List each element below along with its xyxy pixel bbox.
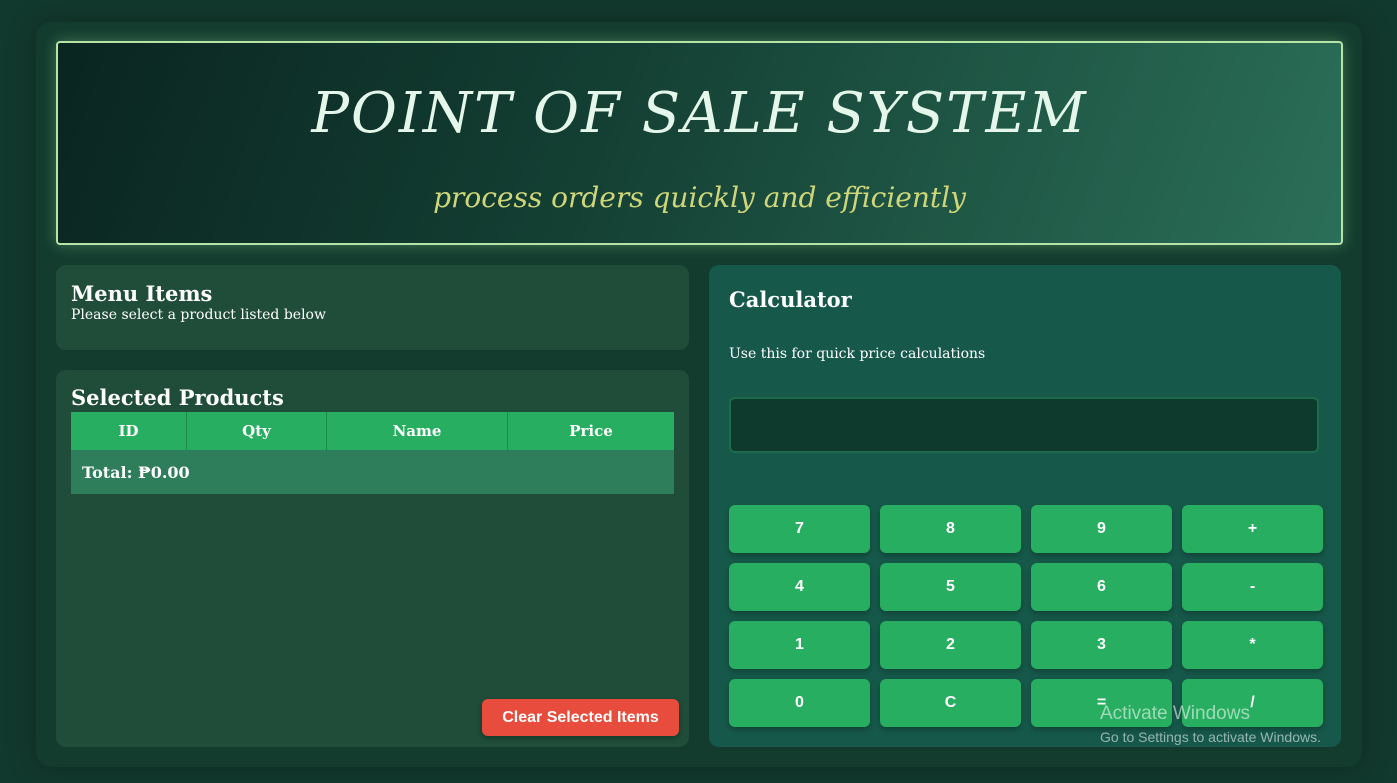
total-amount: Total: ₱0.00	[71, 450, 674, 494]
table-header-row: ID Qty Name Price	[71, 412, 674, 450]
calculator-display[interactable]	[729, 397, 1319, 453]
column-header-name: Name	[326, 412, 508, 450]
key-9[interactable]: 9	[1031, 505, 1172, 553]
key-0[interactable]: 0	[729, 679, 870, 727]
column-header-price: Price	[507, 412, 674, 450]
calculator-keypad: 7 8 9 + 4 5 6 - 1 2 3 * 0 C = /	[729, 505, 1323, 727]
menu-items-title: Menu Items	[71, 281, 213, 306]
calculator-title: Calculator	[729, 287, 852, 312]
key-minus[interactable]: -	[1182, 563, 1323, 611]
key-3[interactable]: 3	[1031, 621, 1172, 669]
total-row: Total: ₱0.00	[71, 450, 674, 494]
key-7[interactable]: 7	[729, 505, 870, 553]
watermark-line-2: Go to Settings to activate Windows.	[1100, 729, 1321, 745]
selected-products-table: ID Qty Name Price Total: ₱0.00	[71, 412, 674, 494]
page-subtitle: process orders quickly and efficiently	[433, 181, 966, 214]
key-4[interactable]: 4	[729, 563, 870, 611]
header-banner: POINT OF SALE SYSTEM process orders quic…	[56, 41, 1343, 245]
windows-activation-watermark: Activate Windows Go to Settings to activ…	[1100, 703, 1321, 745]
key-2[interactable]: 2	[880, 621, 1021, 669]
selected-products-panel: Selected Products ID Qty Name Price Tota…	[56, 370, 689, 747]
page-title: POINT OF SALE SYSTEM	[311, 81, 1088, 146]
clear-selected-button[interactable]: Clear Selected Items	[482, 699, 679, 736]
key-6[interactable]: 6	[1031, 563, 1172, 611]
calculator-panel: Calculator Use this for quick price calc…	[709, 265, 1341, 747]
key-multiply[interactable]: *	[1182, 621, 1323, 669]
calculator-description: Use this for quick price calculations	[729, 346, 986, 362]
key-plus[interactable]: +	[1182, 505, 1323, 553]
key-1[interactable]: 1	[729, 621, 870, 669]
column-header-qty: Qty	[186, 412, 327, 450]
watermark-line-1: Activate Windows	[1100, 703, 1250, 724]
column-header-id: ID	[71, 412, 187, 450]
menu-items-panel: Menu Items Please select a product liste…	[56, 265, 689, 350]
selected-products-title: Selected Products	[71, 385, 284, 410]
key-clear[interactable]: C	[880, 679, 1021, 727]
key-5[interactable]: 5	[880, 563, 1021, 611]
menu-items-description: Please select a product listed below	[71, 307, 326, 323]
key-8[interactable]: 8	[880, 505, 1021, 553]
